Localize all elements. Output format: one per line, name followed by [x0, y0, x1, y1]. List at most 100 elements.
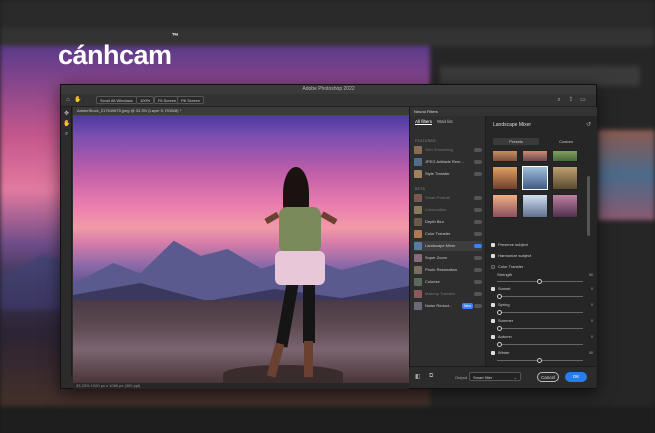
slider-row[interactable]: Summer	[491, 318, 513, 324]
tab-custom[interactable]: Custom	[543, 138, 589, 145]
checkbox[interactable]	[491, 253, 495, 258]
filter-colorization[interactable]: Colorization	[414, 205, 482, 215]
checkbox[interactable]	[491, 350, 495, 355]
slider-knob[interactable]	[497, 342, 502, 347]
filter-makeup-transfer[interactable]: Makeup Transfer	[414, 289, 482, 299]
filter-photo-restoration[interactable]: Photo Restoration	[414, 265, 482, 275]
filter-toggle[interactable]	[474, 304, 482, 308]
filter-label: Super Zoom	[425, 255, 448, 260]
slider-knob[interactable]	[537, 358, 542, 363]
new-badge: New	[461, 303, 473, 309]
tab-presets[interactable]: Presets	[493, 138, 539, 145]
slider-row[interactable]: Sunset	[491, 286, 510, 292]
hiker-figure	[259, 167, 349, 383]
filter-jpeg-artifacts[interactable]: JPEG Artifacts Rem...	[414, 157, 482, 167]
slider-knob[interactable]	[497, 310, 502, 315]
tab-all-filters[interactable]: All filters	[415, 119, 433, 125]
show-original-icon[interactable]: ◧	[415, 373, 421, 380]
filter-super-zoom[interactable]: Super Zoom	[414, 253, 482, 263]
preset-thumb[interactable]	[552, 150, 578, 162]
preset-thumb[interactable]	[492, 194, 518, 218]
zoom-100-button[interactable]: 100%	[136, 96, 155, 104]
filter-toggle[interactable]	[474, 292, 482, 296]
ok-button[interactable]: OK	[565, 372, 587, 382]
preset-thumb-selected[interactable]	[522, 166, 548, 190]
output-select[interactable]: Smart filter ⌄	[469, 372, 521, 381]
checkbox[interactable]	[491, 302, 495, 307]
slider-row[interactable]: Spring	[491, 302, 510, 308]
filter-skin-smoothing[interactable]: Skin Smoothing	[414, 145, 482, 155]
filter-thumb	[414, 170, 422, 178]
filter-depth-blur[interactable]: Depth Blur	[414, 217, 482, 227]
filter-toggle[interactable]	[474, 220, 482, 224]
harmonize-subject-checkbox[interactable]: Harmonize subject	[491, 253, 531, 259]
filter-thumb	[414, 218, 422, 226]
slider-label: Strength	[497, 272, 513, 277]
trademark-mark: ™	[171, 33, 179, 40]
cancel-button[interactable]: Cancel	[537, 372, 559, 382]
slider-knob[interactable]	[537, 279, 542, 284]
preset-thumb[interactable]	[492, 150, 518, 162]
search-icon[interactable]: ⌕	[555, 96, 563, 104]
preset-thumb[interactable]	[492, 166, 518, 190]
filter-label: Smart Portrait	[425, 195, 450, 200]
filter-toggle[interactable]	[474, 268, 482, 272]
preset-thumb[interactable]	[552, 166, 578, 190]
slider-row[interactable]: Winter	[491, 350, 510, 356]
slider-track[interactable]	[497, 342, 583, 347]
checkbox[interactable]	[491, 334, 495, 339]
filter-toggle[interactable]	[474, 160, 482, 164]
preset-thumb[interactable]	[522, 194, 548, 218]
filter-thumb	[414, 194, 422, 202]
preserve-subject-checkbox[interactable]: Preserve subject	[491, 242, 528, 248]
tab-wait-list[interactable]: Wait list	[437, 119, 453, 124]
slider-track[interactable]	[497, 326, 583, 331]
filter-toggle[interactable]	[474, 208, 482, 212]
zoom-icon[interactable]: ⌕	[63, 131, 70, 138]
filter-smart-portrait[interactable]: Smart Portrait	[414, 193, 482, 203]
scroll-all-windows-button[interactable]: Scroll All Windows	[96, 96, 137, 104]
filter-toggle[interactable]	[474, 280, 482, 284]
filter-toggle[interactable]	[474, 232, 482, 236]
checkbox[interactable]	[491, 286, 495, 291]
filter-style-transfer[interactable]: Style Transfer	[414, 169, 482, 179]
filter-label: Photo Restoration	[425, 267, 458, 272]
image-canvas[interactable]	[73, 115, 409, 383]
filter-toggle[interactable]	[474, 244, 482, 248]
slider-knob[interactable]	[497, 294, 502, 299]
slider-row[interactable]: Autumn	[491, 334, 512, 340]
checkbox[interactable]	[491, 264, 495, 269]
checkbox[interactable]	[491, 318, 495, 323]
hand-tool-icon[interactable]: ✋	[74, 96, 82, 104]
filter-label: Colorization	[425, 207, 447, 212]
hand-icon[interactable]: ✋	[63, 121, 70, 128]
slider-track[interactable]	[497, 310, 583, 315]
slider-track[interactable]	[497, 358, 583, 363]
slider-knob[interactable]	[497, 326, 502, 331]
preset-scrollbar[interactable]	[587, 176, 590, 236]
panel-title: Neural Filters	[414, 109, 438, 114]
neural-filters-panel: Neural Filters All filters Wait list FEA…	[409, 107, 597, 388]
brand-logo: cánhcam™	[58, 33, 179, 71]
slider-track[interactable]	[497, 294, 583, 299]
workspace-icon[interactable]: ▭	[579, 96, 587, 104]
color-transfer-checkbox[interactable]: Color Transfer	[491, 264, 523, 270]
filter-colorize[interactable]: Colorize	[414, 277, 482, 287]
home-icon[interactable]: ⌂	[64, 96, 72, 104]
filter-landscape-mixer[interactable]: Landscape Mixer	[414, 241, 482, 251]
share-icon[interactable]: ⇪	[567, 96, 575, 104]
filter-toggle[interactable]	[474, 172, 482, 176]
filter-color-transfer[interactable]: Color Transfer	[414, 229, 482, 239]
preset-thumb[interactable]	[522, 150, 548, 162]
layer-preview-icon[interactable]: ⧉	[429, 373, 433, 380]
filter-toggle[interactable]	[474, 148, 482, 152]
slider-track[interactable]	[497, 279, 583, 284]
preset-thumb[interactable]	[552, 194, 578, 218]
fill-screen-button[interactable]: Fill Screen	[177, 96, 204, 104]
filter-toggle[interactable]	[474, 256, 482, 260]
filter-noise-reduction[interactable]: Noise Reduct... New	[414, 301, 482, 311]
filter-toggle[interactable]	[474, 196, 482, 200]
move-tool-icon[interactable]: ✥	[63, 111, 70, 118]
checkbox[interactable]	[491, 242, 495, 247]
reset-icon[interactable]: ↺	[586, 121, 591, 128]
